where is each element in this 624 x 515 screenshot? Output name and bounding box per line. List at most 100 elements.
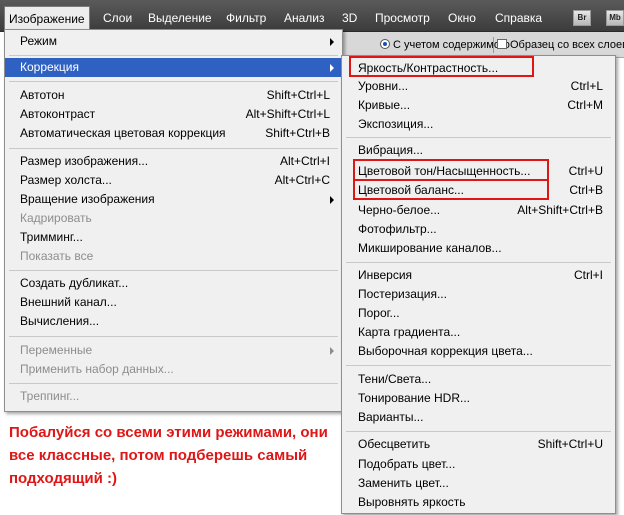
menu-item-apply-data-set: Применить набор данных... <box>5 360 342 379</box>
radio-icon[interactable] <box>380 39 390 49</box>
menu-item-match-color[interactable]: Подобрать цвет... <box>342 455 615 474</box>
menu-item-label: Карта градиента... <box>358 325 461 339</box>
menu-separator <box>346 365 611 366</box>
menu-item-label: Заменить цвет... <box>358 476 449 490</box>
menu-item-invert[interactable]: Инверсия Ctrl+I <box>342 266 615 285</box>
menu-item-levels[interactable]: Уровни... Ctrl+L <box>342 77 615 96</box>
menu-item-label: Порог... <box>358 306 400 320</box>
menu-item-label: Режим <box>20 34 57 48</box>
menu-item-black-white[interactable]: Черно-белое... Alt+Shift+Ctrl+B <box>342 201 615 220</box>
menu-item-image-size[interactable]: Размер изображения... Alt+Ctrl+I <box>5 152 342 171</box>
menu-bar: Изображение Слои Выделение Фильтр Анализ… <box>0 0 624 32</box>
annotation-note: Побалуйся со всеми этими режимами, они в… <box>9 424 328 487</box>
menu-item-label: Вибрация... <box>358 143 424 157</box>
menu-item-label: Обесцветить <box>358 437 431 451</box>
menu-item-auto-contrast[interactable]: Автоконтраст Alt+Shift+Ctrl+L <box>5 105 342 124</box>
menu-item-label: Внешний канал... <box>20 295 117 309</box>
menu-item-trap: Треппинг... <box>5 387 342 406</box>
menu-item-exposure[interactable]: Экспозиция... <box>342 115 615 134</box>
options-divider <box>493 37 494 53</box>
shortcut-label: Alt+Shift+Ctrl+L <box>245 107 330 121</box>
menu-item-label: Показать все <box>20 249 94 263</box>
menu-select[interactable]: Выделение <box>148 7 212 29</box>
menu-layers[interactable]: Слои <box>103 7 132 29</box>
menu-item-selective-color[interactable]: Выборочная коррекция цвета... <box>342 342 615 361</box>
menu-item-label: Черно-белое... <box>358 203 441 217</box>
menu-item-calculations[interactable]: Вычисления... <box>5 312 342 331</box>
menu-item-equalize[interactable]: Выровнять яркость <box>342 493 615 512</box>
menu-analysis[interactable]: Анализ <box>284 7 325 29</box>
menu-window[interactable]: Окно <box>448 7 476 29</box>
menu-item-curves[interactable]: Кривые... Ctrl+M <box>342 96 615 115</box>
menu-item-label: Выровнять яркость <box>358 495 466 509</box>
menu-separator <box>9 270 338 271</box>
highlight-box-brightness-contrast <box>349 56 534 77</box>
menu-item-label: Переменные <box>20 343 93 357</box>
shortcut-label: Shift+Ctrl+U <box>537 437 603 451</box>
menu-separator <box>346 137 611 138</box>
correction-submenu: Яркость/Контрастность... Уровни... Ctrl+… <box>341 55 616 514</box>
content-aware-option[interactable]: С учетом содержимого <box>380 39 510 51</box>
menu-item-label: Вращение изображения <box>20 192 155 206</box>
submenu-arrow-icon <box>330 196 334 204</box>
highlight-box-hue-saturation <box>353 159 549 181</box>
menu-item-canvas-size[interactable]: Размер холста... Alt+Ctrl+C <box>5 171 342 190</box>
menu-separator <box>346 431 611 432</box>
menu-item-gradient-map[interactable]: Карта градиента... <box>342 323 615 342</box>
menu-item-channel-mixer[interactable]: Микширование каналов... <box>342 239 615 258</box>
shortcut-label: Ctrl+B <box>569 183 603 197</box>
menu-item-auto-tone[interactable]: Автотон Shift+Ctrl+L <box>5 86 342 105</box>
menu-item-apply-image[interactable]: Внешний канал... <box>5 293 342 312</box>
shortcut-label: Ctrl+I <box>573 268 603 282</box>
menu-separator <box>9 383 338 384</box>
shortcut-label: Shift+Ctrl+B <box>265 126 330 140</box>
menu-view[interactable]: Просмотр <box>375 7 430 29</box>
menu-item-image-rotation[interactable]: Вращение изображения <box>5 190 342 209</box>
menu-separator <box>9 336 338 337</box>
submenu-arrow-icon <box>330 38 334 46</box>
menu-item-label: Кадрировать <box>20 211 92 225</box>
menu-item-correction[interactable]: Коррекция <box>5 58 342 77</box>
menu-item-vibrance[interactable]: Вибрация... <box>342 141 615 160</box>
menu-item-label: Уровни... <box>358 79 409 93</box>
menu-item-label: Применить набор данных... <box>20 362 174 376</box>
menu-item-photo-filter[interactable]: Фотофильтр... <box>342 220 615 239</box>
menu-separator <box>9 55 338 56</box>
menu-3d[interactable]: 3D <box>342 7 357 29</box>
menu-item-hdr-toning[interactable]: Тонирование HDR... <box>342 389 615 408</box>
menu-item-label: Автотон <box>20 88 65 102</box>
menu-item-auto-color[interactable]: Автоматическая цветовая коррекция Shift+… <box>5 124 342 143</box>
menu-item-desaturate[interactable]: Обесцветить Shift+Ctrl+U <box>342 435 615 454</box>
sample-all-layers-option[interactable]: Образец со всех слоев <box>497 39 624 51</box>
checkbox-icon[interactable] <box>497 39 507 49</box>
minibridge-button[interactable]: Mb <box>606 10 624 26</box>
menu-item-label: Микширование каналов... <box>358 241 502 255</box>
menu-item-mode[interactable]: Режим <box>5 32 342 51</box>
highlight-box-color-balance <box>353 179 549 200</box>
menu-item-reveal-all: Показать все <box>5 247 342 266</box>
shortcut-label: Ctrl+M <box>567 98 603 112</box>
menu-item-replace-color[interactable]: Заменить цвет... <box>342 474 615 493</box>
shortcut-label: Alt+Ctrl+C <box>274 173 330 187</box>
submenu-arrow-icon <box>330 347 334 355</box>
menu-item-trim[interactable]: Тримминг... <box>5 228 342 247</box>
menu-item-duplicate[interactable]: Создать дубликат... <box>5 274 342 293</box>
menu-filter[interactable]: Фильтр <box>226 7 266 29</box>
menu-item-shadows-highlights[interactable]: Тени/Света... <box>342 370 615 389</box>
menu-item-label: Тонирование HDR... <box>358 391 470 405</box>
menu-help[interactable]: Справка <box>495 7 542 29</box>
menu-item-posterize[interactable]: Постеризация... <box>342 285 615 304</box>
menu-item-label: Тримминг... <box>20 230 83 244</box>
menu-item-threshold[interactable]: Порог... <box>342 304 615 323</box>
menu-item-label: Кривые... <box>358 98 411 112</box>
bridge-button[interactable]: Br <box>573 10 591 26</box>
menu-item-label: Фотофильтр... <box>358 222 437 236</box>
menu-item-variations[interactable]: Варианты... <box>342 408 615 427</box>
image-menu-dropdown: Режим Коррекция Автотон Shift+Ctrl+L Авт… <box>4 29 343 412</box>
menu-item-label: Треппинг... <box>20 389 80 403</box>
menu-separator <box>9 81 338 82</box>
shortcut-label: Ctrl+L <box>570 79 603 93</box>
menu-item-label: Экспозиция... <box>358 117 434 131</box>
sample-all-layers-label: Образец со всех слоев <box>510 39 624 51</box>
shortcut-label: Shift+Ctrl+L <box>266 88 330 102</box>
